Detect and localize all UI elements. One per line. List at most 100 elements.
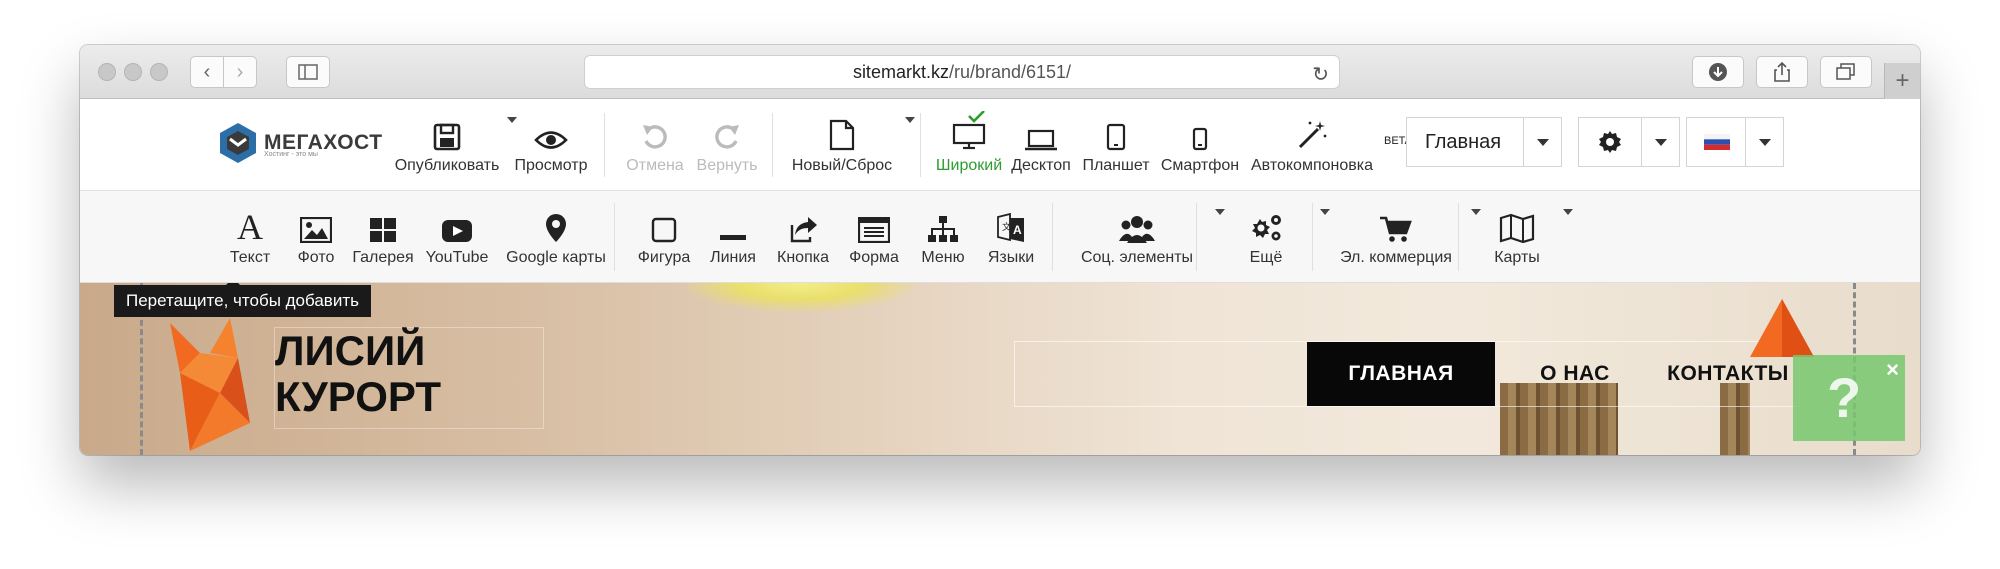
more-tools[interactable]: Ещё <box>1216 191 1330 283</box>
view-desktop-button[interactable]: Десктоп <box>1008 99 1074 191</box>
add-photo-tool[interactable]: Фото <box>286 191 346 283</box>
language-dropdown-arrow[interactable] <box>1745 118 1783 166</box>
view-desktop-label: Десктоп <box>1011 157 1071 174</box>
russia-flag-icon <box>1704 134 1730 150</box>
add-maps-tool[interactable]: Карты <box>1472 191 1573 283</box>
toolbar-divider <box>1196 203 1197 271</box>
cart-icon <box>1380 216 1412 242</box>
close-window-button[interactable] <box>98 63 116 81</box>
magic-wand-icon <box>1298 121 1327 149</box>
publish-label: Опубликовать <box>394 157 500 174</box>
site-title-line1: ЛИСИЙ <box>275 327 426 374</box>
button-tool-label: Кнопка <box>777 249 829 266</box>
megahost-logo-icon <box>220 123 256 163</box>
settings-dropdown-arrow[interactable] <box>1641 118 1679 166</box>
drag-tooltip: Перетащите, чтобы добавить <box>114 283 371 317</box>
autolayout-button[interactable]: BETA Автокомпоновка <box>1250 99 1412 191</box>
toolbar-divider <box>614 203 615 271</box>
add-button-tool[interactable]: Кнопка <box>770 191 836 283</box>
more-tools-label: Ещё <box>1249 249 1283 266</box>
line-icon <box>720 235 746 240</box>
settings-dropdown[interactable] <box>1578 117 1680 167</box>
image-icon <box>300 217 332 243</box>
chevron-down-icon <box>1654 138 1667 146</box>
toolbar-divider <box>1052 203 1053 271</box>
preview-button[interactable]: Просмотр <box>508 99 594 191</box>
browser-titlebar: ‹ › sitemarkt.kz/ru/brand/6151/ ↻ + <box>80 45 1920 99</box>
new-tab-button[interactable]: + <box>1884 63 1920 99</box>
gallery-icon <box>370 218 396 242</box>
add-youtube-tool[interactable]: YouTube <box>420 191 494 283</box>
add-gallery-tool[interactable]: Галерея <box>348 191 418 283</box>
triangle-decoration-icon <box>1750 299 1814 357</box>
gear-icon <box>1599 131 1621 153</box>
youtube-tool-label: YouTube <box>425 249 489 266</box>
eye-icon <box>534 131 568 149</box>
chevron-down-icon[interactable] <box>905 117 915 123</box>
page-select[interactable]: Главная <box>1406 117 1562 167</box>
site-menu[interactable]: ГЛАВНАЯ О НАС КОНТАКТЫ <box>1014 341 1800 407</box>
address-bar[interactable]: sitemarkt.kz/ru/brand/6151/ ↻ <box>584 55 1340 89</box>
publish-button[interactable]: Опубликовать <box>392 99 517 191</box>
zoom-window-button[interactable] <box>150 63 168 81</box>
site-title[interactable]: ЛИСИЙ КУРОРТ <box>274 327 544 429</box>
view-wide-button[interactable]: Широкий <box>934 99 1004 191</box>
view-tablet-button[interactable]: Планшет <box>1080 99 1152 191</box>
chevron-down-icon <box>1536 138 1549 146</box>
language-dropdown[interactable] <box>1686 117 1784 167</box>
site-canvas[interactable]: Перетащите, чтобы добавить ЛИСИЙ КУРОРТ … <box>80 283 1920 455</box>
new-reset-button[interactable]: Новый/Сброс <box>786 99 915 191</box>
svg-text:文: 文 <box>1002 221 1011 232</box>
view-wide-label: Широкий <box>935 157 1003 174</box>
map-icon <box>1499 213 1535 243</box>
sidebar-icon <box>298 64 318 80</box>
minimize-window-button[interactable] <box>124 63 142 81</box>
add-line-tool[interactable]: Линия <box>700 191 766 283</box>
view-phone-button[interactable]: Смартфон <box>1160 99 1240 191</box>
autolayout-label: Автокомпоновка <box>1251 157 1373 174</box>
close-icon[interactable]: × <box>1886 357 1899 383</box>
downloads-button[interactable] <box>1692 56 1744 88</box>
undo-button[interactable]: Отмена <box>620 99 690 191</box>
tabs-button[interactable] <box>1820 56 1872 88</box>
toolbar-divider <box>772 113 773 177</box>
back-button[interactable]: ‹ <box>190 56 224 88</box>
add-menu-tool[interactable]: Меню <box>910 191 976 283</box>
add-social-tool[interactable]: Соц. элементы <box>1062 191 1225 283</box>
share-button[interactable] <box>1756 56 1808 88</box>
ecommerce-tool-label: Эл. коммерция <box>1340 249 1452 266</box>
toolbar-divider <box>604 113 605 177</box>
map-pin-icon <box>546 214 566 242</box>
maps-tool-label: Карты <box>1494 249 1540 266</box>
text-icon: A <box>237 207 263 247</box>
add-ecommerce-tool[interactable]: Эл. коммерция <box>1326 191 1481 283</box>
youtube-icon <box>442 220 472 242</box>
redo-button[interactable]: Вернуть <box>692 99 762 191</box>
add-languages-tool[interactable]: 文A Языки <box>978 191 1044 283</box>
sidebar-toggle-button[interactable] <box>286 56 330 88</box>
site-menu-item-about[interactable]: О НАС <box>1495 342 1655 406</box>
forward-button[interactable]: › <box>223 56 257 88</box>
url-path: /ru/brand/6151/ <box>948 61 1072 82</box>
chevron-right-icon: › <box>236 60 244 83</box>
site-menu-item-home[interactable]: ГЛАВНАЯ <box>1307 342 1495 406</box>
fox-logo-icon[interactable] <box>160 313 270 453</box>
view-phone-label: Смартфон <box>1160 157 1240 174</box>
toolbar-divider <box>920 113 921 177</box>
add-form-tool[interactable]: Форма <box>840 191 908 283</box>
page-select-value: Главная <box>1425 130 1502 153</box>
text-tool-label: Текст <box>229 249 271 266</box>
logo: МЕГАХОСТ Хостинг - это мы <box>218 121 383 165</box>
reload-icon[interactable]: ↻ <box>1312 62 1329 87</box>
add-text-tool[interactable]: A Текст <box>216 191 284 283</box>
browser-window: ‹ › sitemarkt.kz/ru/brand/6151/ ↻ + МЕГА <box>80 45 1920 455</box>
chevron-down-icon[interactable] <box>1563 209 1573 215</box>
help-widget[interactable]: ? × <box>1793 355 1905 441</box>
monitor-icon <box>952 111 986 150</box>
add-google-maps-tool[interactable]: Google карты <box>494 191 618 283</box>
shape-tool-label: Фигура <box>637 249 691 266</box>
add-shape-tool[interactable]: Фигура <box>630 191 698 283</box>
page-select-arrow[interactable] <box>1523 118 1561 166</box>
gears-icon <box>1252 215 1281 241</box>
languages-tool-label: Языки <box>987 249 1035 266</box>
